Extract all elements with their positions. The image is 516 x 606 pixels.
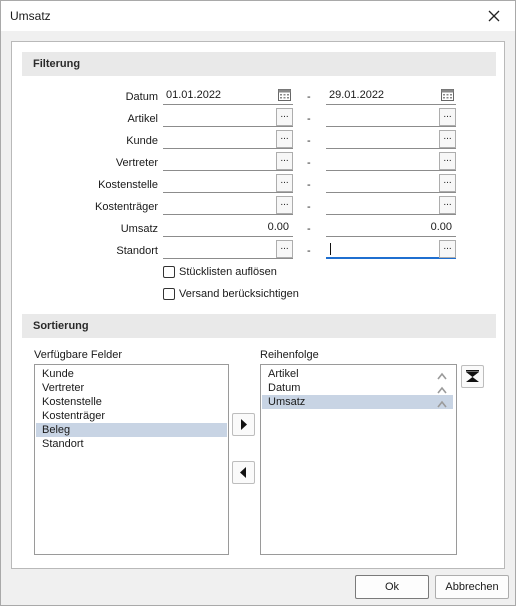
list-item[interactable]: Artikel <box>262 367 453 381</box>
list-item[interactable]: Standort <box>36 437 227 451</box>
cancel-button[interactable]: Abbrechen <box>435 575 509 599</box>
move-up-down-icon <box>466 370 479 382</box>
dialog-window: Umsatz Filterung Datum 01.01.2022 - 29.0… <box>0 0 516 606</box>
kostentraeger-from-field[interactable]: ... <box>163 196 293 215</box>
range-separator: - <box>307 223 311 235</box>
standort-to-field[interactable]: ... <box>326 240 456 259</box>
datum-to-value: 29.01.2022 <box>329 89 385 101</box>
filter-label-umsatz: Umsatz <box>120 223 158 235</box>
datum-from-value: 01.01.2022 <box>166 89 222 101</box>
sort-section-header: Sortierung <box>22 314 496 338</box>
vertreter-to-lookup-button[interactable]: ... <box>439 152 456 170</box>
list-item[interactable]: Kunde <box>36 367 227 381</box>
stuecklisten-checkbox[interactable] <box>163 266 175 278</box>
list-item[interactable]: Kostenstelle <box>36 395 227 409</box>
filter-label-datum: Datum <box>125 91 158 103</box>
standort-to-lookup-button[interactable]: ... <box>439 240 456 258</box>
filter-label-kostentraeger: Kostenträger <box>95 201 158 213</box>
arrow-right-icon <box>241 419 247 430</box>
filter-label-standort: Standort <box>116 245 158 257</box>
kostenstelle-from-lookup-button[interactable]: ... <box>276 174 293 192</box>
move-right-button[interactable] <box>232 413 255 436</box>
datum-to-field[interactable]: 29.01.2022 <box>326 86 456 105</box>
kostenstelle-to-lookup-button[interactable]: ... <box>439 174 456 192</box>
range-separator: - <box>307 157 311 169</box>
kunde-from-field[interactable]: ... <box>163 130 293 149</box>
versand-checkbox-label: Versand berücksichtigen <box>179 288 299 300</box>
filter-label-kunde: Kunde <box>126 135 158 147</box>
range-separator: - <box>307 113 311 125</box>
kunde-to-field[interactable]: ... <box>326 130 456 149</box>
filter-section-header: Filterung <box>22 52 496 76</box>
order-item-label: Umsatz <box>268 396 306 408</box>
standort-from-field[interactable]: ... <box>163 240 293 259</box>
kunde-to-lookup-button[interactable]: ... <box>439 130 456 148</box>
range-separator: - <box>307 179 311 191</box>
order-item-label: Datum <box>268 382 301 394</box>
sort-ascending-icon[interactable] <box>437 384 447 394</box>
umsatz-to-field[interactable]: 0.00 <box>326 218 456 237</box>
vertreter-to-field[interactable]: ... <box>326 152 456 171</box>
vertreter-from-field[interactable]: ... <box>163 152 293 171</box>
kostentraeger-to-lookup-button[interactable]: ... <box>439 196 456 214</box>
order-item-label: Artikel <box>268 368 299 380</box>
filter-label-vertreter: Vertreter <box>115 157 158 169</box>
kostentraeger-from-lookup-button[interactable]: ... <box>276 196 293 214</box>
umsatz-from-field[interactable]: 0.00 <box>163 218 293 237</box>
move-left-button[interactable] <box>232 461 255 484</box>
text-cursor <box>330 243 331 255</box>
versand-checkbox[interactable] <box>163 288 175 300</box>
sort-ascending-icon[interactable] <box>437 370 447 380</box>
title-bar: Umsatz <box>1 1 515 31</box>
range-separator: - <box>307 135 311 147</box>
artikel-to-field[interactable]: ... <box>326 108 456 127</box>
list-item[interactable]: Datum <box>262 381 453 395</box>
filter-label-kostenstelle: Kostenstelle <box>98 179 158 191</box>
arrow-left-icon <box>240 467 246 478</box>
kostentraeger-to-field[interactable]: ... <box>326 196 456 215</box>
calendar-icon[interactable] <box>278 88 291 101</box>
move-to-top-button[interactable] <box>461 365 484 388</box>
order-label: Reihenfolge <box>260 349 319 361</box>
filter-label-artikel: Artikel <box>127 113 158 125</box>
list-item[interactable]: Kostenträger <box>36 409 227 423</box>
datum-from-field[interactable]: 01.01.2022 <box>163 86 293 105</box>
list-item-selected[interactable]: Umsatz <box>262 395 453 409</box>
available-fields-label: Verfügbare Felder <box>34 349 123 361</box>
umsatz-to-value: 0.00 <box>430 221 452 233</box>
kunde-from-lookup-button[interactable]: ... <box>276 130 293 148</box>
window-title: Umsatz <box>10 9 51 23</box>
range-separator: - <box>307 201 311 213</box>
available-fields-list[interactable]: Kunde Vertreter Kostenstelle Kostenträge… <box>34 364 229 555</box>
umsatz-from-value: 0.00 <box>267 221 289 233</box>
ok-button[interactable]: Ok <box>355 575 429 599</box>
stuecklisten-checkbox-label: Stücklisten auflösen <box>179 266 277 278</box>
range-separator: - <box>307 245 311 257</box>
content-panel: Filterung Datum 01.01.2022 - 29.01.2022 … <box>11 41 505 569</box>
close-icon[interactable] <box>485 7 503 25</box>
artikel-from-lookup-button[interactable]: ... <box>276 108 293 126</box>
sort-ascending-icon[interactable] <box>437 398 447 408</box>
artikel-from-field[interactable]: ... <box>163 108 293 127</box>
list-item-selected[interactable]: Beleg <box>36 423 227 437</box>
kostenstelle-to-field[interactable]: ... <box>326 174 456 193</box>
range-separator: - <box>307 91 311 103</box>
artikel-to-lookup-button[interactable]: ... <box>439 108 456 126</box>
calendar-icon[interactable] <box>441 88 454 101</box>
vertreter-from-lookup-button[interactable]: ... <box>276 152 293 170</box>
list-item[interactable]: Vertreter <box>36 381 227 395</box>
order-list[interactable]: Artikel Datum Umsatz <box>260 364 457 555</box>
kostenstelle-from-field[interactable]: ... <box>163 174 293 193</box>
standort-from-lookup-button[interactable]: ... <box>276 240 293 258</box>
